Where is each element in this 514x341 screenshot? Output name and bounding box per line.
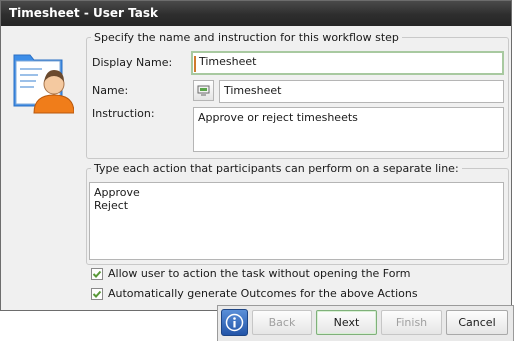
back-button[interactable]: Back: [252, 310, 312, 335]
user-task-icon: [13, 54, 74, 114]
text-caret: [194, 56, 196, 72]
actions-textarea[interactable]: Approve Reject: [89, 182, 504, 260]
next-button[interactable]: Next: [316, 310, 377, 335]
display-name-label: Display Name:: [92, 56, 173, 69]
instruction-label: Instruction:: [92, 107, 155, 120]
name-input[interactable]: Timesheet: [219, 80, 504, 103]
name-label: Name:: [92, 84, 129, 97]
name-value: Timesheet: [224, 84, 282, 97]
auto-outcomes-label: Automatically generate Outcomes for the …: [108, 287, 418, 300]
action-line: Reject: [94, 199, 129, 212]
instruction-textarea[interactable]: Approve or reject timesheets: [193, 107, 504, 152]
finish-button[interactable]: Finish: [381, 310, 442, 335]
step-settings-legend: Specify the name and instruction for thi…: [94, 31, 399, 44]
auto-outcomes-checkbox[interactable]: [91, 288, 103, 300]
action-line: Approve: [94, 186, 140, 199]
cancel-button[interactable]: Cancel: [446, 310, 508, 335]
display-name-input[interactable]: Timesheet: [191, 51, 504, 75]
dialog-title: Timesheet - User Task: [1, 1, 511, 26]
field-reference-icon[interactable]: [193, 80, 214, 101]
allow-without-form-label: Allow user to action the task without op…: [108, 267, 411, 280]
instruction-value: Approve or reject timesheets: [198, 111, 358, 124]
allow-without-form-checkbox[interactable]: [91, 268, 103, 280]
info-icon: [225, 313, 244, 332]
display-name-value: Timesheet: [199, 55, 257, 68]
actions-legend: Type each action that participants can p…: [94, 162, 459, 175]
info-button[interactable]: [221, 309, 248, 336]
